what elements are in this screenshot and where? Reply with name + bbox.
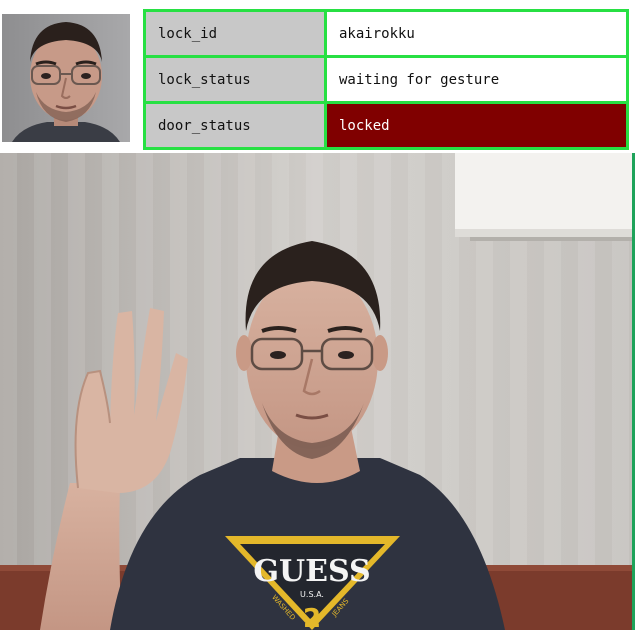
shirt-number-text: 2 xyxy=(303,604,321,630)
shirt-sub-text: U.S.A. xyxy=(300,590,324,599)
lock-id-label: lock_id xyxy=(143,9,327,58)
camera-feed-image: GUESS U.S.A. WASHED JEANS 2 xyxy=(0,153,632,630)
camera-feed: GUESS U.S.A. WASHED JEANS 2 xyxy=(0,153,632,630)
lock-status-table: lock_id akairokku lock_status waiting fo… xyxy=(143,9,629,150)
table-row: lock_id akairokku xyxy=(143,9,629,58)
air-conditioner xyxy=(455,153,632,241)
lock-status-label: lock_status xyxy=(143,55,327,104)
door-status-label: door_status xyxy=(143,101,327,150)
face-thumbnail-image xyxy=(2,14,130,142)
lock-id-value: akairokku xyxy=(324,9,629,58)
lock-status-value: waiting for gesture xyxy=(324,55,629,104)
table-row: door_status locked xyxy=(143,101,629,150)
shirt-brand-text: GUESS xyxy=(253,554,370,589)
face-thumbnail xyxy=(2,14,130,142)
door-status-value: locked xyxy=(324,101,629,150)
table-row: lock_status waiting for gesture xyxy=(143,55,629,104)
